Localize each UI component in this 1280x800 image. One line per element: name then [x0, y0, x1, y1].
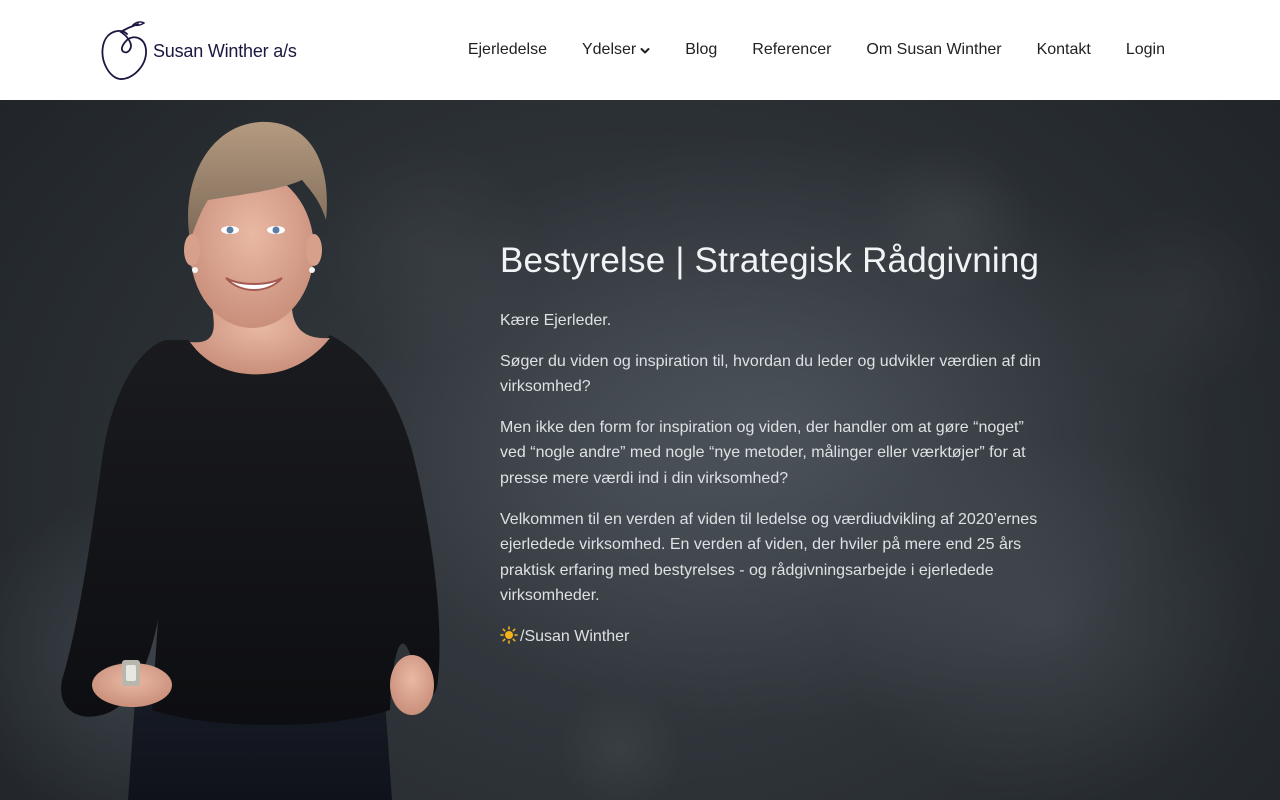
- nav-item-kontakt[interactable]: Kontakt: [1037, 42, 1091, 58]
- portrait-image: [61, 121, 440, 800]
- signature: /Susan Winther: [500, 624, 1045, 650]
- greeting-text: Kære Ejerleder.: [500, 312, 612, 329]
- welcome-paragraph: Velkommen til en verden af viden til led…: [500, 510, 1038, 605]
- nav-item-om-susan-winther[interactable]: Om Susan Winther: [866, 42, 1001, 58]
- nav-item-login[interactable]: Login: [1126, 42, 1165, 58]
- nav-item-blog[interactable]: Blog: [685, 42, 717, 58]
- logo[interactable]: Susan Winther a/s: [100, 20, 297, 82]
- hero-section: Bestyrelse | Strategisk Rådgivning Kære …: [0, 100, 1280, 800]
- chevron-down-icon: [640, 48, 650, 54]
- signature-text: /Susan Winther: [520, 627, 630, 645]
- hero-content: Bestyrelse | Strategisk Rådgivning Kære …: [500, 240, 1045, 665]
- nav-item-label: Ydelser: [581, 41, 637, 58]
- heart-apple-logo-icon: [101, 21, 147, 80]
- nav-item-referencer[interactable]: Referencer: [752, 42, 831, 58]
- nav-item-ejerledelse[interactable]: Ejerledelse: [468, 42, 547, 58]
- site-header: Susan Winther a/s Ejerledelse Ydelser Bl…: [0, 0, 1280, 100]
- inspiration-paragraph: Men ikke den form for inspiration og vid…: [500, 418, 1026, 487]
- logo-text: Susan Winther a/s: [153, 40, 297, 61]
- nav-item-ydelser[interactable]: Ydelser: [582, 42, 650, 58]
- page-title: Bestyrelse | Strategisk Rådgivning: [500, 241, 1040, 280]
- intro-paragraph: Søger du viden og inspiration til, hvord…: [500, 352, 1041, 396]
- main-nav: Ejerledelse Ydelser Blog Referencer Om S…: [468, 0, 1165, 100]
- sun-icon: [500, 626, 518, 644]
